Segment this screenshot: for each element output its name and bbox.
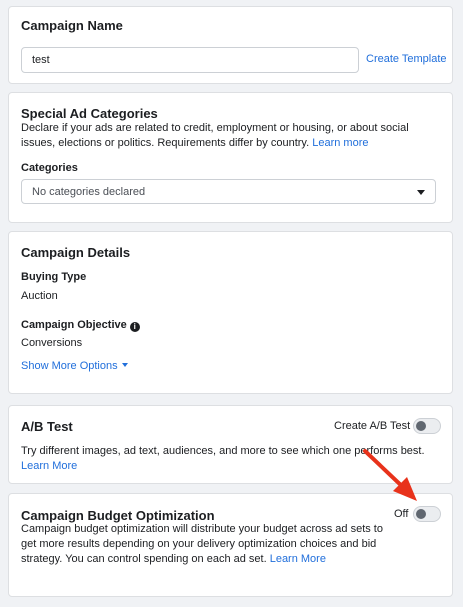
info-icon[interactable]: i (129, 322, 140, 332)
special-ad-categories-title: Special Ad Categories (21, 106, 158, 121)
create-template-link[interactable]: Create Template (366, 53, 447, 65)
create-ab-test-label: Create A/B Test (334, 420, 411, 432)
budget-optimization-description: Campaign budget optimization will distri… (21, 522, 391, 567)
toggle-knob (416, 509, 426, 519)
buying-type-label: Buying Type (21, 271, 87, 283)
ab-test-title: A/B Test (21, 419, 73, 434)
campaign-name-card: Campaign Name Create Template (8, 6, 453, 84)
ab-test-learn-more-link[interactable]: Learn More (21, 460, 77, 472)
campaign-details-card: Campaign Details Buying Type Auction Cam… (8, 231, 453, 394)
annotation-arrow-icon (363, 449, 417, 501)
categories-label: Categories (21, 162, 78, 174)
campaign-name-title: Campaign Name (21, 18, 123, 33)
special-ad-categories-learn-more-link[interactable]: Learn more (312, 137, 368, 149)
special-ad-categories-card: Special Ad Categories Declare if your ad… (8, 92, 453, 223)
campaign-objective-label: Campaign Objective i (21, 319, 140, 332)
toggle-knob (416, 421, 426, 431)
budget-optimization-text: Campaign budget optimization will distri… (21, 523, 383, 565)
show-more-options-link[interactable]: Show More Options (21, 360, 128, 372)
campaign-objective-value: Conversions (21, 337, 83, 349)
caret-down-icon (121, 363, 128, 367)
create-ab-test-toggle[interactable] (413, 418, 441, 434)
campaign-objective-label-text: Campaign Objective (21, 319, 127, 331)
campaign-name-input[interactable] (21, 47, 359, 73)
arrow-shaft (363, 449, 407, 491)
buying-type-value: Auction (21, 290, 58, 302)
categories-dropdown-value: No categories declared (32, 185, 146, 198)
budget-optimization-learn-more-link[interactable]: Learn More (270, 553, 326, 565)
categories-dropdown[interactable]: No categories declared (21, 179, 436, 204)
campaign-details-title: Campaign Details (21, 245, 131, 260)
show-more-options-label: Show More Options (21, 360, 118, 372)
chevron-down-icon (417, 190, 425, 195)
special-ad-categories-description: Declare if your ads are related to credi… (21, 121, 441, 151)
budget-optimization-title: Campaign Budget Optimization (21, 508, 215, 523)
